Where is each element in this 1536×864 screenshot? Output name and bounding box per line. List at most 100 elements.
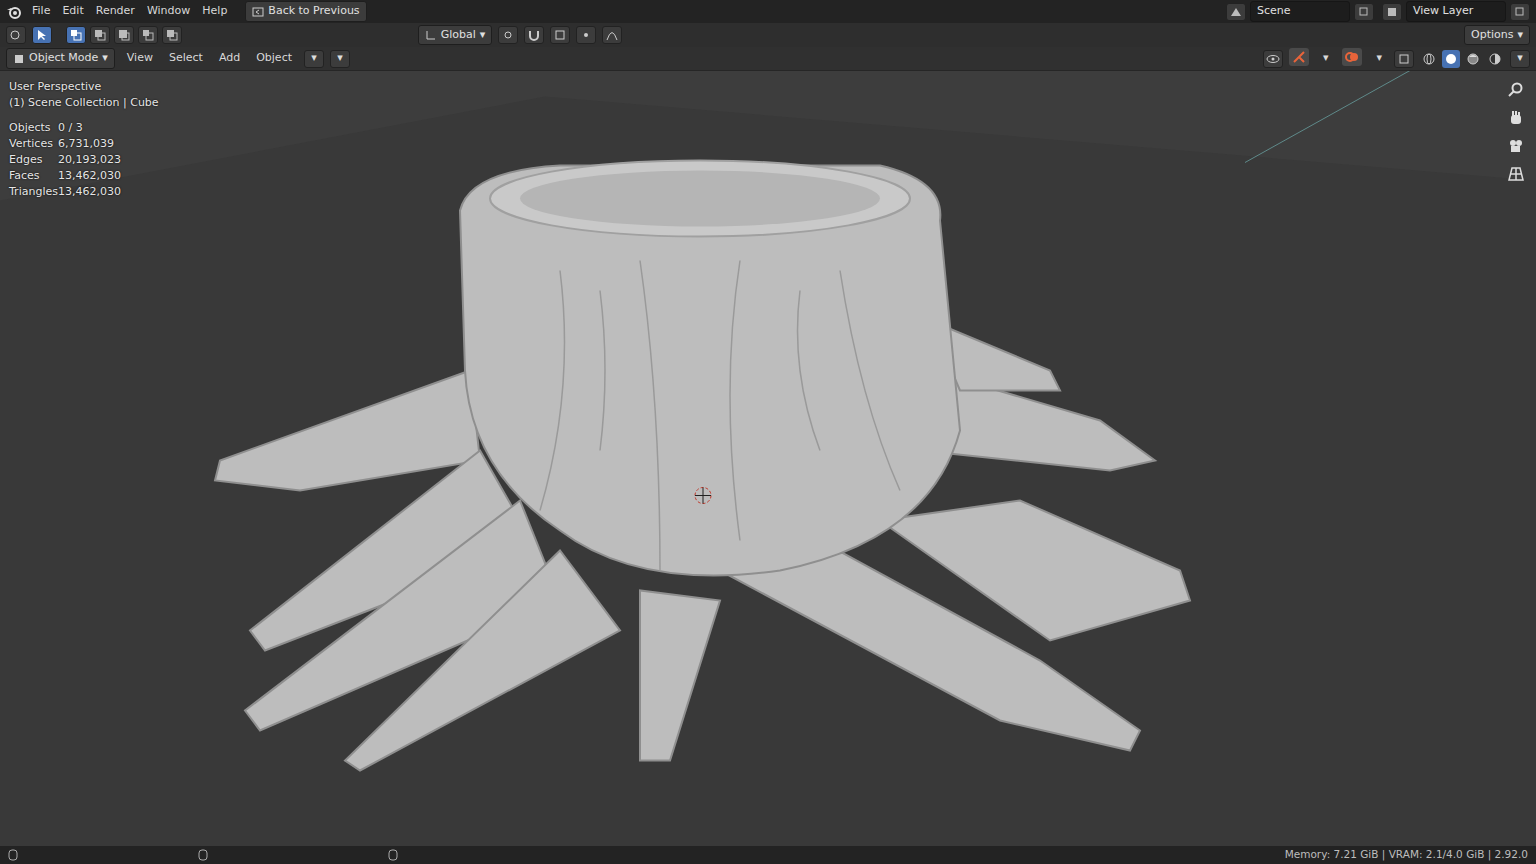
stump-model-icon [0, 71, 1536, 846]
material-shading-button[interactable] [1464, 50, 1482, 68]
camera-icon [1508, 138, 1524, 154]
stat-label: Objects [9, 120, 58, 136]
stat-value: 13,462,030 [58, 184, 159, 200]
status-bar: Memory: 7.21 GiB | VRAM: 2.1/4.0 GiB | 2… [0, 846, 1536, 864]
stat-value: 6,731,039 [58, 136, 159, 152]
axes-icon [425, 29, 437, 41]
object-mode-icon [13, 53, 25, 65]
gizmo-toggle[interactable] [1289, 48, 1309, 66]
collection-name: (1) Scene Collection | Cube [9, 95, 159, 111]
select-mode-icon [142, 29, 154, 41]
magnet-icon [528, 29, 540, 41]
back-to-previous-button[interactable]: Back to Previous [245, 1, 366, 22]
select-mode-button[interactable] [114, 26, 134, 44]
select-mode-button[interactable] [66, 26, 86, 44]
falloff-button[interactable] [602, 26, 622, 44]
pivot-icon [502, 29, 514, 41]
back-to-previous-label: Back to Previous [268, 3, 359, 20]
xray-icon [1398, 53, 1410, 65]
grid-icon [1508, 166, 1524, 182]
stat-label: Vertices [9, 136, 58, 152]
select-mode-icon [118, 29, 130, 41]
menu-item[interactable]: Edit [56, 1, 89, 22]
mode-dropdown[interactable]: Object Mode ▾ [6, 48, 115, 69]
shading-options-button[interactable]: ▾ [1510, 50, 1530, 68]
view-name: User Perspective [9, 79, 159, 95]
wireframe-shading-button[interactable] [1420, 50, 1438, 68]
curve-button[interactable]: ▾ [330, 50, 350, 68]
menu-item[interactable]: File [26, 1, 56, 22]
gizmo-options-button[interactable]: ▾ [1317, 48, 1335, 69]
viewport-info: User Perspective (1) Scene Collection | … [9, 79, 159, 200]
snap-target-button[interactable] [550, 26, 570, 44]
grid-snap-icon [554, 29, 566, 41]
stat-value: 0 / 3 [58, 120, 159, 136]
back-icon [252, 7, 264, 17]
mode-label: Object Mode [29, 50, 98, 67]
select-mode-button[interactable] [162, 26, 182, 44]
header-menu-item[interactable]: Add [213, 48, 246, 69]
pan-button[interactable] [1504, 107, 1528, 129]
overlay-options-button[interactable]: ▾ [1370, 48, 1388, 69]
mouse-right-icon [388, 849, 398, 861]
xray-button[interactable] [1394, 50, 1414, 68]
scene-browse-button[interactable] [1226, 3, 1246, 21]
solid-shading-button[interactable] [1442, 50, 1460, 68]
select-mode-button[interactable] [138, 26, 158, 44]
new-view-layer-button[interactable] [1510, 3, 1530, 21]
orientation-label: Global [441, 27, 476, 44]
zoom-button[interactable] [1504, 79, 1528, 101]
mouse-left-icon [8, 849, 18, 861]
scene-field[interactable]: Scene [1250, 1, 1350, 22]
options-label: Options [1471, 27, 1513, 44]
camera-button[interactable] [1504, 135, 1528, 157]
select-tool-button[interactable] [32, 26, 52, 44]
solid-icon [1444, 52, 1458, 66]
blender-logo-icon[interactable] [6, 4, 22, 20]
select-mode-icon [70, 29, 82, 41]
tool-header: Global ▾ Options ▾ [0, 23, 1536, 47]
cursor-icon [36, 29, 48, 41]
select-mode-icon [166, 29, 178, 41]
rendered-shading-button[interactable] [1486, 50, 1504, 68]
rendered-icon [1488, 52, 1502, 66]
visibility-button[interactable] [1263, 50, 1283, 68]
copy-icon [1359, 7, 1369, 17]
mouse-middle-icon [198, 849, 208, 861]
wireframe-icon [1422, 52, 1436, 66]
scene-icon [1230, 6, 1242, 18]
proportional-edit-button[interactable] [576, 26, 596, 44]
stat-value: 20,193,023 [58, 152, 159, 168]
orientation-dropdown[interactable]: Global ▾ [418, 25, 493, 46]
snap-button[interactable] [524, 26, 544, 44]
top-bar: FileEditRenderWindowHelp Back to Previou… [0, 0, 1536, 23]
menu-item[interactable]: Help [196, 1, 233, 22]
options-dropdown[interactable]: Options ▾ [1464, 25, 1530, 46]
header-menu-item[interactable]: Object [250, 48, 298, 69]
editor-type-button[interactable] [6, 26, 26, 44]
proportional-icon [580, 29, 592, 41]
layers-icon [1386, 6, 1398, 18]
hand-icon [1508, 110, 1524, 126]
menu-item[interactable]: Render [90, 1, 141, 22]
3d-viewport[interactable]: User Perspective (1) Scene Collection | … [0, 71, 1536, 846]
stat-value: 13,462,030 [58, 168, 159, 184]
select-mode-button[interactable] [90, 26, 110, 44]
menu-item[interactable]: Window [141, 1, 196, 22]
new-scene-button[interactable] [1354, 3, 1374, 21]
magnifier-icon [1508, 82, 1524, 98]
stat-label: Edges [9, 152, 58, 168]
transform-affect-button[interactable]: ▾ [304, 50, 324, 68]
view-layer-browse-button[interactable] [1382, 3, 1402, 21]
perspective-button[interactable] [1504, 163, 1528, 185]
material-icon [1466, 52, 1480, 66]
falloff-icon [606, 29, 618, 41]
stat-label: Faces [9, 168, 58, 184]
pivot-button[interactable] [498, 26, 518, 44]
header-menu-item[interactable]: View [121, 48, 159, 69]
eye-icon [1266, 54, 1280, 64]
view-layer-field[interactable]: View Layer [1406, 1, 1506, 22]
header-menu-item[interactable]: Select [163, 48, 209, 69]
overlay-toggle[interactable] [1342, 48, 1362, 66]
viewport-header: Object Mode ▾ ViewSelectAddObject ▾ ▾ ▾ ▾… [0, 47, 1536, 71]
